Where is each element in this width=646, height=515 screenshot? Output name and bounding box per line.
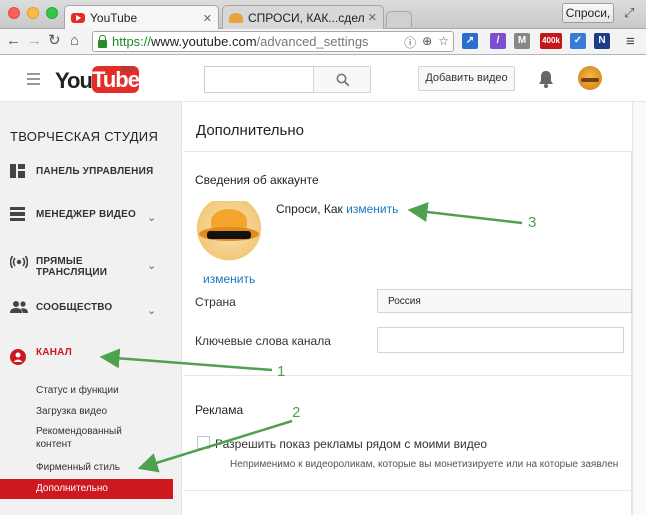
chart-ext-icon[interactable]: ✓ [570, 33, 586, 49]
live-stream-icon [10, 256, 28, 268]
upload-video-button[interactable]: Добавить видео [418, 66, 515, 91]
chevron-down-icon[interactable]: ⌄ [147, 211, 156, 224]
tab-youtube[interactable]: YouTube ✕ [64, 5, 219, 30]
ads-note: Неприменимо к видеороликам, которые вы м… [230, 459, 619, 470]
zoom-icon[interactable]: ⊕ [422, 34, 432, 51]
chevron-down-icon[interactable]: ⌄ [147, 304, 156, 317]
allow-ads-checkbox[interactable] [197, 436, 210, 449]
url-scheme: https:// [112, 34, 152, 49]
keywords-label: Ключевые слова канала [195, 334, 331, 348]
address-bar[interactable]: https:// www.youtube.com /advanced_setti… [92, 31, 454, 52]
minimize-window-button[interactable] [27, 7, 39, 19]
sidebar-subitem-featured[interactable]: Рекомендованный контент [36, 425, 146, 451]
notifications-bell-icon[interactable] [537, 69, 555, 89]
browser-tab-bar: YouTube ✕ СПРОСИ, КАК...сделать, а ✕ Спр… [0, 0, 646, 30]
n-ext-icon[interactable]: N [594, 33, 610, 49]
account-section-heading: Сведения об аккаунте [195, 173, 319, 187]
sidebar-subitem-branding[interactable]: Фирменный стиль [36, 461, 120, 474]
annotation-label-3: 3 [528, 214, 537, 231]
browser-toolbar: ← → ↻ ⌂ https:// www.youtube.com /advanc… [0, 29, 646, 55]
search-icon [336, 73, 350, 87]
tab-sprosi[interactable]: СПРОСИ, КАК...сделать, а ✕ [222, 5, 384, 29]
tab-title: YouTube [90, 11, 138, 25]
annotation-label-2: 2 [292, 404, 301, 421]
close-window-button[interactable] [8, 7, 20, 19]
chevron-down-icon[interactable]: ⌄ [147, 259, 156, 272]
page-title: Дополнительно [196, 122, 304, 139]
studio-sidebar: ТВОРЧЕСКАЯ СТУДИЯ ПАНЕЛЬ УПРАВЛЕНИЯ МЕНЕ… [0, 102, 182, 515]
sidebar-item-label: МЕНЕДЖЕР ВИДЕО [36, 208, 136, 220]
keywords-input[interactable] [377, 327, 624, 353]
change-name-link[interactable]: изменить [346, 202, 398, 216]
account-avatar[interactable] [578, 66, 602, 90]
sidebar-item-label: СООБЩЕСТВО [36, 301, 113, 313]
page-header: Дополнительно [183, 102, 646, 152]
home-icon[interactable]: ⌂ [70, 32, 79, 50]
sidebar-subitem-advanced[interactable]: Дополнительно [0, 479, 173, 499]
sidebar-item-label: ПРЯМЫЕ ТРАНСЛЯЦИИ [36, 256, 108, 278]
page-scrollbar[interactable] [632, 102, 646, 515]
annotation-label-1: 1 [277, 363, 286, 380]
country-select[interactable]: Россия [377, 289, 632, 313]
video-manager-icon [10, 207, 25, 221]
sidebar-item-label: КАНАЛ [36, 346, 72, 358]
youtube-favicon-icon [71, 13, 85, 23]
change-avatar-link[interactable]: изменить [203, 272, 255, 286]
profile-button[interactable]: Спроси, [562, 3, 614, 23]
url-host: www.youtube.com [151, 34, 257, 49]
studio-title: ТВОРЧЕСКАЯ СТУДИЯ [10, 129, 159, 144]
chrome-menu-icon[interactable]: ≡ [626, 33, 635, 50]
feather-ext-icon[interactable]: / [490, 33, 506, 49]
back-icon[interactable]: ← [6, 32, 21, 50]
sidebar-subitem-label: Дополнительно [36, 483, 108, 494]
youtube-header: You Tube RU Добавить видео [0, 56, 646, 102]
info-icon[interactable]: ⓘ [404, 34, 416, 51]
country-label: Страна [195, 295, 236, 309]
search-input[interactable] [204, 66, 314, 93]
new-tab-button[interactable] [386, 11, 412, 27]
section-divider [183, 375, 632, 376]
logo-you[interactable]: You [55, 68, 93, 94]
settings-card: Сведения об аккаунте изменить Спроси, Ка… [183, 152, 632, 515]
sidebar-item-label: ПАНЕЛЬ УПРАВЛЕНИЯ [36, 165, 154, 177]
section-divider [183, 490, 632, 491]
allow-ads-label[interactable]: Разрешить показ рекламы рядом с моими ви… [215, 437, 487, 451]
forward-icon[interactable]: → [27, 32, 42, 50]
counter-ext-icon[interactable]: 400k [540, 33, 562, 49]
lock-icon [98, 34, 107, 48]
dashboard-icon [10, 164, 25, 178]
account-name: Спроси, Как изменить [276, 202, 398, 216]
url-path: /advanced_settings [256, 34, 369, 49]
bookmark-star-icon[interactable]: ☆ [438, 34, 449, 51]
reload-icon[interactable]: ↻ [48, 32, 61, 50]
sidebar-subitem-upload[interactable]: Загрузка видео [36, 405, 107, 418]
community-icon [10, 301, 28, 313]
hat-favicon-icon [229, 12, 243, 23]
channel-avatar-image[interactable] [195, 201, 263, 269]
sidebar-subitem-status[interactable]: Статус и функции [36, 384, 119, 397]
arrow-ext-icon[interactable]: ↗ [462, 33, 478, 49]
close-tab-icon[interactable]: ✕ [203, 12, 212, 25]
account-name-text: Спроси, Как [276, 202, 343, 216]
tab-title: СПРОСИ, КАК...сделать, а [248, 10, 364, 25]
ads-section-heading: Реклама [195, 403, 244, 417]
gmail-ext-icon[interactable]: M [514, 33, 530, 49]
fullscreen-icon[interactable]: ⤢ [624, 5, 634, 21]
guide-menu-icon[interactable] [27, 73, 40, 88]
logo-region: RU [122, 65, 134, 74]
channel-icon [10, 349, 26, 365]
zoom-window-button[interactable] [46, 7, 58, 19]
search-button[interactable] [313, 66, 371, 93]
close-tab-icon[interactable]: ✕ [368, 11, 377, 24]
